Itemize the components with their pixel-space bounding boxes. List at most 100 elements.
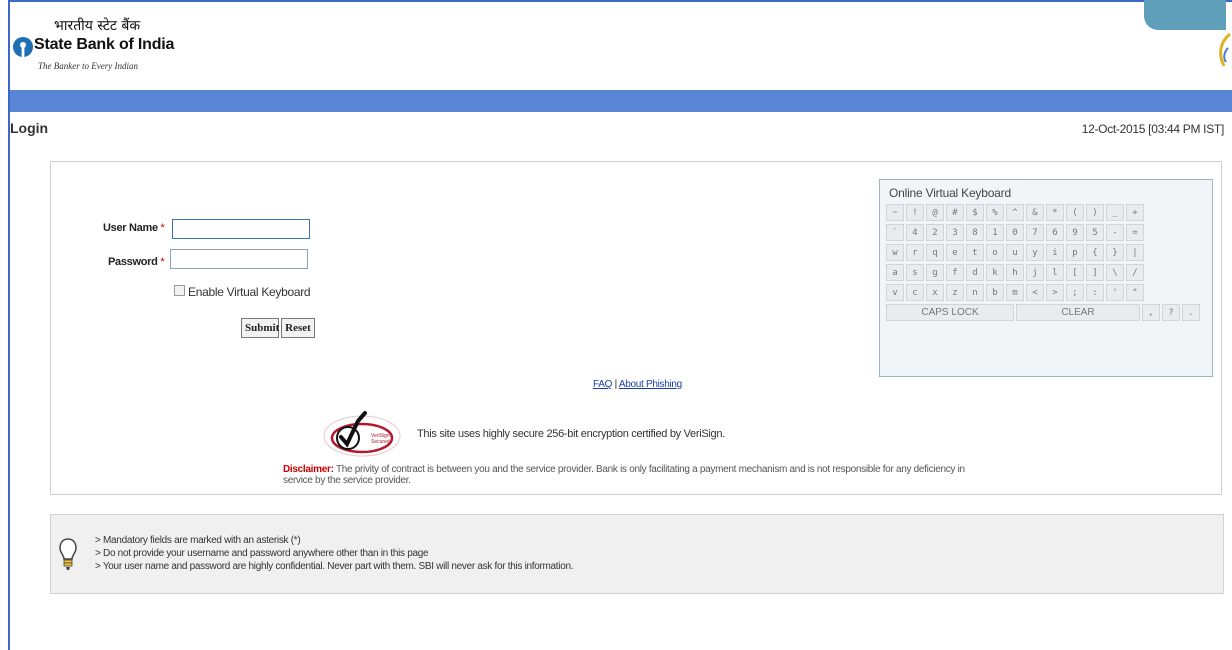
keyboard-key[interactable]: :	[1086, 284, 1104, 301]
keyboard-key[interactable]: \	[1106, 264, 1124, 281]
keyboard-key[interactable]: |	[1126, 244, 1144, 261]
required-mark: *	[160, 222, 165, 234]
bank-name: State Bank of India	[34, 36, 175, 53]
username-label-text: User Name	[103, 222, 158, 234]
lightbulb-icon	[59, 538, 77, 570]
keyboard-key[interactable]: >	[1046, 284, 1064, 301]
password-input[interactable]	[170, 249, 308, 269]
keyboard-key[interactable]: 4	[906, 224, 924, 241]
username-input[interactable]	[172, 219, 310, 239]
keyboard-bottom-row: CAPS LOCK CLEAR , ? .	[886, 304, 1202, 321]
disclaimer: Disclaimer: The privity of contract is b…	[283, 464, 983, 486]
keyboard-key[interactable]: .	[1182, 304, 1200, 321]
keyboard-key[interactable]: %	[986, 204, 1004, 221]
keyboard-key[interactable]: ^	[1006, 204, 1024, 221]
sbi-keyhole-logo-icon	[13, 37, 33, 57]
keyboard-key[interactable]: d	[966, 264, 984, 281]
required-mark: *	[160, 256, 165, 268]
keyboard-key[interactable]: x	[926, 284, 944, 301]
bank-name-hindi: भारतीय स्टेट बैंक	[54, 18, 141, 34]
enable-virtual-keyboard-checkbox[interactable]	[174, 285, 185, 296]
keyboard-key[interactable]: #	[946, 204, 964, 221]
keyboard-key[interactable]: 9	[1066, 224, 1084, 241]
keyboard-key[interactable]: /	[1126, 264, 1144, 281]
keyboard-key[interactable]: a	[886, 264, 904, 281]
keyboard-key[interactable]: e	[946, 244, 964, 261]
keyboard-key[interactable]: n	[966, 284, 984, 301]
about-phishing-link[interactable]: About Phishing	[619, 379, 682, 390]
keyboard-row: a s g f d k h j l[] \ /	[886, 264, 1146, 281]
keyboard-key[interactable]: t	[966, 244, 984, 261]
keyboard-key[interactable]: +	[1126, 204, 1144, 221]
keyboard-key[interactable]: <	[1026, 284, 1044, 301]
keyboard-key[interactable]: b	[986, 284, 1004, 301]
keyboard-key[interactable]: 5	[1086, 224, 1104, 241]
caps-lock-key[interactable]: CAPS LOCK	[886, 304, 1014, 321]
disclaimer-label: Disclaimer:	[283, 464, 334, 475]
keyboard-key[interactable]: "	[1126, 284, 1144, 301]
keyboard-key[interactable]: ?	[1162, 304, 1180, 321]
keyboard-key[interactable]: 8	[966, 224, 984, 241]
keyboard-key[interactable]: y	[1026, 244, 1044, 261]
keyboard-key[interactable]: m	[1006, 284, 1024, 301]
submit-button[interactable]: Submit	[241, 318, 279, 338]
keyboard-key[interactable]: !	[906, 204, 924, 221]
keyboard-key[interactable]: v	[886, 284, 904, 301]
help-links: FAQ | About Phishing	[593, 379, 682, 390]
keyboard-key[interactable]: g	[926, 264, 944, 281]
keyboard-key[interactable]: [	[1066, 264, 1084, 281]
keyboard-key[interactable]: ~	[886, 204, 904, 221]
datetime: 12-Oct-2015 [03:44 PM IST]	[1081, 122, 1225, 136]
keyboard-key[interactable]: w	[886, 244, 904, 261]
keyboard-key[interactable]: =	[1126, 224, 1144, 241]
enable-virtual-keyboard-label[interactable]: Enable Virtual Keyboard	[188, 285, 311, 299]
keyboard-key[interactable]: 3	[946, 224, 964, 241]
keyboard-key[interactable]: ,	[1142, 304, 1160, 321]
keyboard-row: ~! @ # $% ^ & *() _ +	[886, 204, 1146, 221]
faq-link[interactable]: FAQ	[593, 379, 612, 390]
keyboard-key[interactable]: k	[986, 264, 1004, 281]
page-title: Login	[10, 120, 49, 136]
virtual-keyboard-title: Online Virtual Keyboard	[889, 186, 1011, 200]
clear-key[interactable]: CLEAR	[1016, 304, 1140, 321]
verisign-badge-text-2: Secured	[371, 439, 390, 445]
keyboard-key[interactable]: s	[906, 264, 924, 281]
keyboard-key[interactable]: f	[946, 264, 964, 281]
keyboard-key[interactable]: `	[886, 224, 904, 241]
keyboard-key[interactable]: $	[966, 204, 984, 221]
keyboard-key[interactable]: *	[1046, 204, 1064, 221]
keyboard-key[interactable]: ;	[1066, 284, 1084, 301]
keyboard-key[interactable]: h	[1006, 264, 1024, 281]
keyboard-key[interactable]: o	[986, 244, 1004, 261]
keyboard-key[interactable]: c	[906, 284, 924, 301]
keyboard-key[interactable]: j	[1026, 264, 1044, 281]
keyboard-key[interactable]: z	[946, 284, 964, 301]
keyboard-key[interactable]: 0	[1006, 224, 1024, 241]
keyboard-key[interactable]: 1	[986, 224, 1004, 241]
keyboard-key[interactable]: ]	[1086, 264, 1104, 281]
keyboard-key[interactable]: 6	[1046, 224, 1064, 241]
keyboard-key[interactable]: p	[1066, 244, 1084, 261]
verisign-checkmark-icon[interactable]: VeriSign Secured	[322, 409, 402, 459]
keyboard-key[interactable]: &	[1026, 204, 1044, 221]
keyboard-key[interactable]: i	[1046, 244, 1064, 261]
keyboard-key[interactable]: '	[1106, 284, 1124, 301]
keyboard-key[interactable]: -	[1106, 224, 1124, 241]
keyboard-key[interactable]: q	[926, 244, 944, 261]
reset-button[interactable]: Reset	[281, 318, 315, 338]
keyboard-key[interactable]: r	[906, 244, 924, 261]
keyboard-key[interactable]: )	[1086, 204, 1104, 221]
keyboard-key[interactable]: _	[1106, 204, 1124, 221]
keyboard-key[interactable]: 2	[926, 224, 944, 241]
keyboard-key[interactable]: {	[1086, 244, 1104, 261]
keyboard-key[interactable]: @	[926, 204, 944, 221]
keyboard-key[interactable]: l	[1046, 264, 1064, 281]
info-item-confidential: > Your user name and password are highly…	[95, 561, 574, 572]
security-message: This site uses highly secure 256-bit enc…	[417, 428, 725, 440]
password-label: Password *	[108, 256, 165, 268]
keyboard-key[interactable]: }	[1106, 244, 1124, 261]
keyboard-key[interactable]: (	[1066, 204, 1084, 221]
keyboard-key[interactable]: 7	[1026, 224, 1044, 241]
sbi-logo[interactable]: भारतीय स्टेट बैंक State Bank of India Th…	[10, 12, 210, 82]
keyboard-key[interactable]: u	[1006, 244, 1024, 261]
